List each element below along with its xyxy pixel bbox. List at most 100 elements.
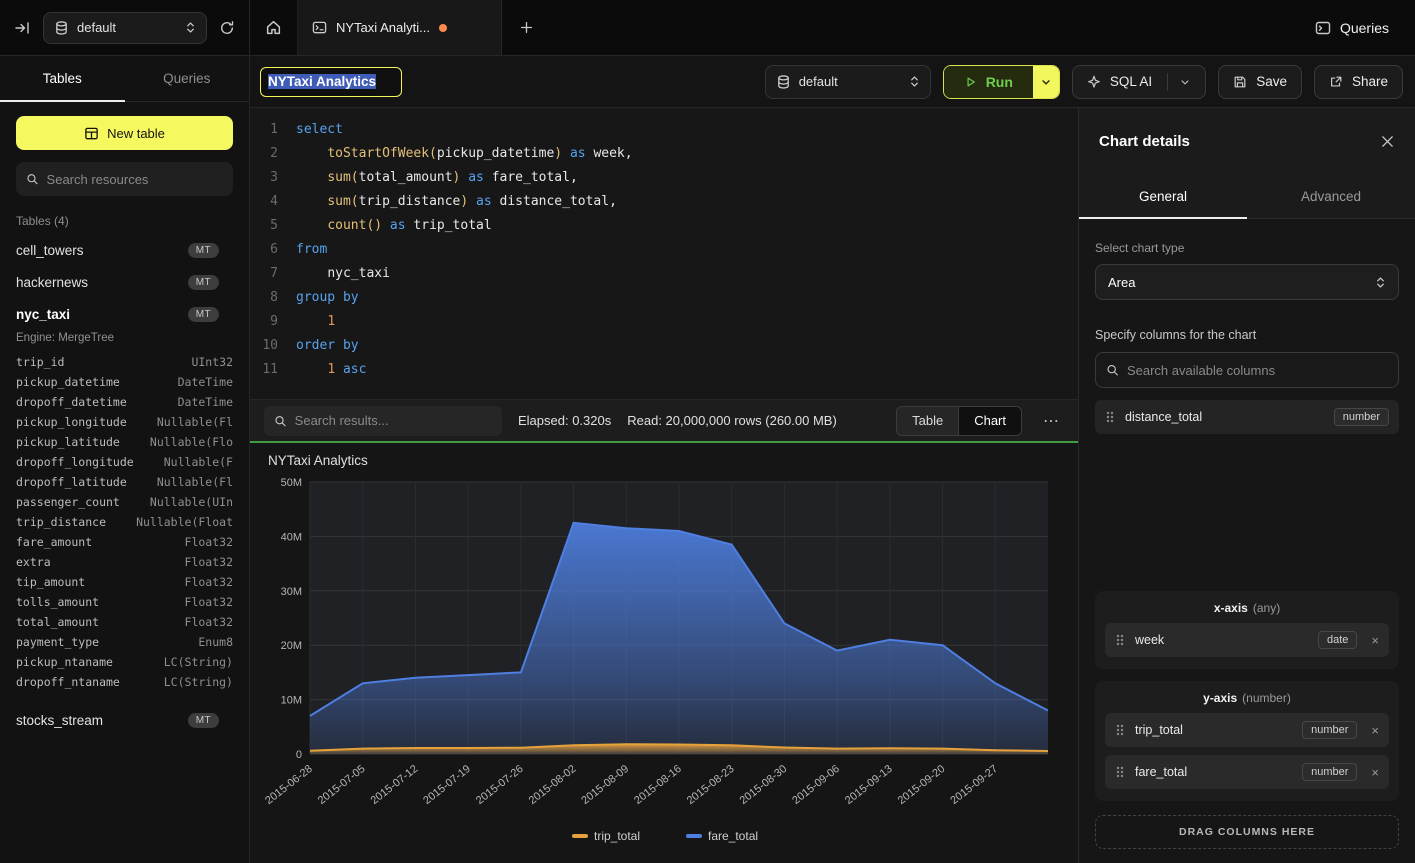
table-grid-icon <box>84 126 99 141</box>
code-line-10[interactable]: 10order by <box>250 334 1078 358</box>
column-row-payment_type[interactable]: payment_typeEnum8 <box>0 632 249 652</box>
sidebar-tab-tables[interactable]: Tables <box>0 56 125 101</box>
column-row-dropoff_latitude[interactable]: dropoff_latitudeNullable(Fl <box>0 472 249 492</box>
tab-advanced[interactable]: Advanced <box>1247 174 1415 218</box>
sidebar-tab-queries[interactable]: Queries <box>125 56 250 101</box>
column-row-dropoff_longitude[interactable]: dropoff_longitudeNullable(F <box>0 452 249 472</box>
code-line-3[interactable]: 3 sum(total_amount) as fare_total, <box>250 166 1078 190</box>
collapse-sidebar-button[interactable] <box>14 20 31 36</box>
button-divider <box>1167 73 1168 91</box>
resource-search[interactable] <box>16 162 233 196</box>
column-row-pickup_latitude[interactable]: pickup_latitudeNullable(Flo <box>0 432 249 452</box>
save-button[interactable]: Save <box>1218 65 1302 99</box>
svg-text:50M: 50M <box>281 477 302 489</box>
new-tab-button[interactable] <box>502 0 550 55</box>
column-chip-fare_total[interactable]: fare_totalnumber× <box>1105 755 1389 789</box>
column-name: pickup_latitude <box>16 435 120 449</box>
run-button[interactable]: Run <box>944 66 1033 98</box>
results-search[interactable] <box>264 406 502 436</box>
code-line-5[interactable]: 5 count() as trip_total <box>250 214 1078 238</box>
database-selector-value: default <box>77 20 116 35</box>
refresh-button[interactable] <box>219 20 235 36</box>
run-options-button[interactable] <box>1033 66 1059 98</box>
query-tab[interactable]: NYTaxi Analyti... <box>298 0 502 55</box>
home-button[interactable] <box>250 0 298 55</box>
line-number: 2 <box>250 142 296 166</box>
drag-columns-dropzone[interactable]: DRAG COLUMNS HERE <box>1095 815 1399 849</box>
line-number: 5 <box>250 214 296 238</box>
database-selector[interactable]: default <box>43 12 207 44</box>
column-search[interactable] <box>1095 352 1399 388</box>
column-row-trip_distance[interactable]: trip_distanceNullable(Float <box>0 512 249 532</box>
column-row-total_amount[interactable]: total_amountFloat32 <box>0 612 249 632</box>
remove-column-icon[interactable]: × <box>1371 765 1379 780</box>
results-search-input[interactable] <box>295 413 492 428</box>
query-database-selector[interactable]: default <box>765 65 931 99</box>
close-panel-button[interactable] <box>1380 134 1395 149</box>
column-row-pickup_ntaname[interactable]: pickup_ntanameLC(String) <box>0 652 249 672</box>
column-row-dropoff_datetime[interactable]: dropoff_datetimeDateTime <box>0 392 249 412</box>
code-line-2[interactable]: 2 toStartOfWeek(pickup_datetime) as week… <box>250 142 1078 166</box>
queries-button[interactable]: Queries <box>1303 0 1415 55</box>
column-row-fare_amount[interactable]: fare_amountFloat32 <box>0 532 249 552</box>
column-type: LC(String) <box>164 675 233 689</box>
column-search-input[interactable] <box>1127 363 1388 378</box>
code-line-1[interactable]: 1select <box>250 118 1078 142</box>
chart-type-select[interactable]: Area <box>1095 264 1399 300</box>
svg-text:2015-07-26: 2015-07-26 <box>474 763 526 807</box>
svg-text:20M: 20M <box>281 640 302 652</box>
column-chip-distance_total[interactable]: distance_totalnumber <box>1095 400 1399 434</box>
table-row-stocks-stream[interactable]: stocks_stream MT <box>0 704 249 736</box>
resource-search-input[interactable] <box>47 172 223 187</box>
svg-text:2015-09-27: 2015-09-27 <box>948 763 1000 807</box>
view-toggle-chart[interactable]: Chart <box>958 407 1021 435</box>
column-row-dropoff_ntaname[interactable]: dropoff_ntanameLC(String) <box>0 672 249 692</box>
table-row-hackernews[interactable]: hackernews MT <box>0 266 249 298</box>
line-number: 6 <box>250 238 296 262</box>
sql-ai-button[interactable]: SQL AI <box>1072 65 1206 99</box>
database-icon <box>54 20 69 36</box>
column-type: Float32 <box>185 535 233 549</box>
chip-column-name: trip_total <box>1135 723 1183 737</box>
chart-type-value: Area <box>1108 275 1135 290</box>
table-row-nyc-taxi[interactable]: nyc_taxi MT <box>0 298 249 330</box>
code-line-8[interactable]: 8group by <box>250 286 1078 310</box>
view-toggle-table[interactable]: Table <box>897 407 958 435</box>
remove-column-icon[interactable]: × <box>1371 633 1379 648</box>
list-gap <box>0 692 249 704</box>
code-line-7[interactable]: 7 nyc_taxi <box>250 262 1078 286</box>
drag-handle-icon[interactable] <box>1105 409 1115 425</box>
column-type: Float32 <box>185 615 233 629</box>
column-row-trip_id[interactable]: trip_idUInt32 <box>0 352 249 372</box>
column-row-tip_amount[interactable]: tip_amountFloat32 <box>0 572 249 592</box>
column-row-tolls_amount[interactable]: tolls_amountFloat32 <box>0 592 249 612</box>
new-table-button[interactable]: New table <box>16 116 233 150</box>
svg-text:2015-09-06: 2015-09-06 <box>790 763 842 807</box>
code-line-9[interactable]: 9 1 <box>250 310 1078 334</box>
column-chip-trip_total[interactable]: trip_totalnumber× <box>1105 713 1389 747</box>
column-row-pickup_longitude[interactable]: pickup_longitudeNullable(Fl <box>0 412 249 432</box>
column-chip-week[interactable]: weekdate× <box>1105 623 1389 657</box>
code-line-6[interactable]: 6from <box>250 238 1078 262</box>
query-toolbar: NYTaxi Analytics default Run <box>250 56 1415 108</box>
tab-general[interactable]: General <box>1079 174 1247 218</box>
table-row-cell-towers[interactable]: cell_towers MT <box>0 234 249 266</box>
drag-handle-icon[interactable] <box>1115 722 1125 738</box>
save-icon <box>1233 75 1247 89</box>
drag-handle-icon[interactable] <box>1115 632 1125 648</box>
code-line-11[interactable]: 11 1 asc <box>250 358 1078 382</box>
query-title-input[interactable]: NYTaxi Analytics <box>260 67 402 97</box>
remove-column-icon[interactable]: × <box>1371 723 1379 738</box>
sql-ai-button-label: SQL AI <box>1110 74 1152 89</box>
sidebar-tabs: Tables Queries <box>0 56 249 102</box>
more-options-button[interactable]: ⋯ <box>1038 411 1064 431</box>
column-row-passenger_count[interactable]: passenger_countNullable(UIn <box>0 492 249 512</box>
column-row-extra[interactable]: extraFloat32 <box>0 552 249 572</box>
area-chart[interactable]: 010M20M30M40M50M2015-06-282015-07-052015… <box>264 472 1064 850</box>
sql-editor[interactable]: 1select2 toStartOfWeek(pickup_datetime) … <box>250 108 1078 399</box>
table-engine-label: Engine: MergeTree <box>0 330 249 352</box>
code-line-4[interactable]: 4 sum(trip_distance) as distance_total, <box>250 190 1078 214</box>
share-button[interactable]: Share <box>1314 65 1403 99</box>
drag-handle-icon[interactable] <box>1115 764 1125 780</box>
column-row-pickup_datetime[interactable]: pickup_datetimeDateTime <box>0 372 249 392</box>
